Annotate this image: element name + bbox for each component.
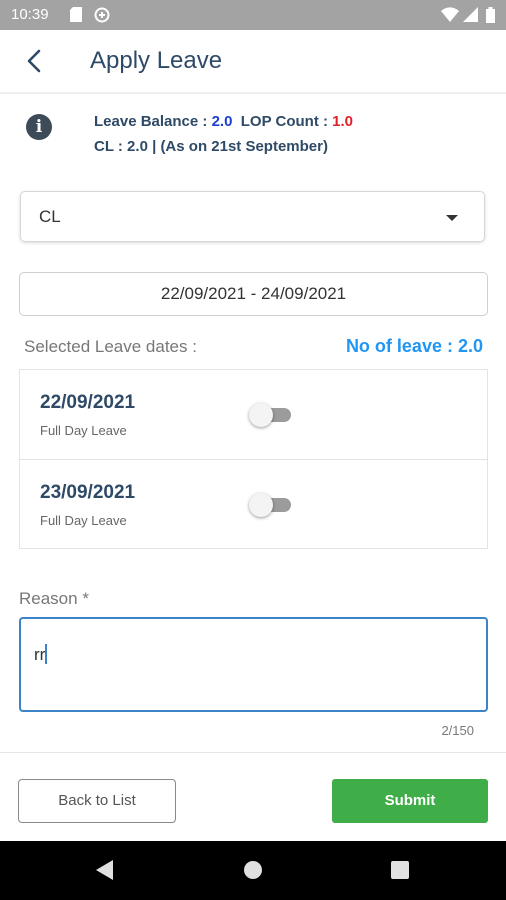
back-to-list-button[interactable]: Back to List — [18, 779, 176, 823]
leave-day-type: Full Day Leave — [40, 423, 127, 438]
character-counter: 2/150 — [441, 723, 474, 738]
half-day-toggle[interactable] — [249, 402, 297, 428]
cl-balance-line: CL : 2.0 | (As on 21st September) — [94, 138, 328, 155]
text-cursor — [45, 644, 48, 664]
reason-text: rr — [34, 644, 48, 665]
submit-button[interactable]: Submit — [332, 779, 488, 823]
selected-dates-list: 22/09/2021 Full Day Leave 23/09/2021 Ful… — [19, 369, 488, 549]
leave-date-row: 22/09/2021 Full Day Leave — [20, 370, 487, 460]
reason-input[interactable]: rr — [19, 617, 488, 712]
selected-dates-label: Selected Leave dates : — [24, 337, 197, 356]
divider — [0, 752, 506, 753]
leave-count: No of leave : 2.0 — [345, 336, 483, 356]
page-title: Apply Leave — [90, 47, 223, 74]
nav-recents-icon[interactable] — [391, 861, 409, 879]
leave-balance-value: 2.0 — [211, 113, 233, 130]
nav-back-icon[interactable] — [95, 859, 115, 886]
toggle-thumb — [249, 493, 273, 517]
leave-type-dropdown[interactable]: CL — [20, 191, 485, 242]
nav-home-icon[interactable] — [244, 861, 262, 879]
data-saver-icon — [94, 7, 110, 27]
wifi-icon — [441, 7, 459, 26]
leave-balance-label: Leave Balance : — [94, 113, 212, 130]
battery-icon — [486, 7, 495, 27]
half-day-toggle[interactable] — [249, 492, 297, 518]
status-bar: 10:39 — [0, 0, 506, 30]
leave-date: 23/09/2021 — [40, 482, 136, 503]
toggle-thumb — [249, 403, 273, 427]
leave-balance-line: Leave Balance : 2.0 LOP Count : 1.0 — [94, 113, 353, 130]
signal-icon — [463, 7, 478, 26]
info-icon: i — [26, 114, 52, 140]
leave-type-value: CL — [39, 207, 61, 226]
lop-count-value: 1.0 — [332, 113, 354, 130]
lop-count-label: LOP Count : — [240, 113, 333, 130]
system-nav-bar — [0, 841, 506, 900]
status-time: 10:39 — [11, 6, 49, 23]
leave-day-type: Full Day Leave — [40, 513, 127, 528]
back-arrow-icon[interactable] — [20, 46, 50, 76]
date-range-picker[interactable]: 22/09/2021 - 24/09/2021 — [19, 272, 488, 316]
reason-value: rr — [34, 645, 46, 664]
reason-label: Reason * — [19, 589, 89, 608]
sd-card-icon — [70, 7, 82, 26]
leave-date: 22/09/2021 — [40, 392, 136, 413]
dropdown-arrow-icon — [446, 215, 458, 221]
app-bar: Apply Leave — [0, 30, 506, 94]
leave-date-row: 23/09/2021 Full Day Leave — [20, 460, 487, 549]
